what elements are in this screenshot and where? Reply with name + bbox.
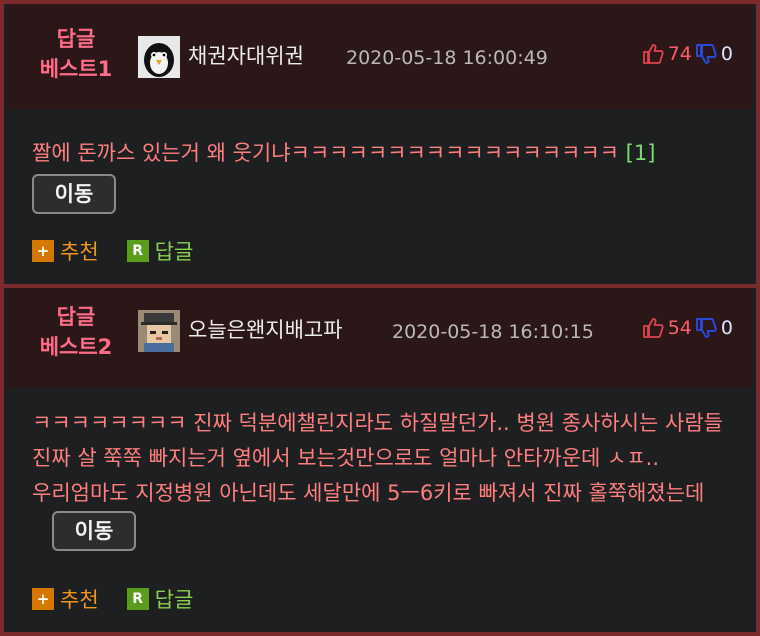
plus-badge-icon: + [32,588,54,610]
upvote-count: 54 [667,317,692,339]
plus-badge-icon: + [32,240,54,262]
reply-label: 답글 [154,588,194,612]
comment-list: 답글 베스트1 채권자대위권 2020-05-18 16:00:49 74 0 … [4,4,760,632]
avatar[interactable] [138,36,180,78]
r-badge-icon: R [126,240,149,262]
comment-body: 짤에 돈까스 있는거 왜 웃기냐ㅋㅋㅋㅋㅋㅋㅋㅋㅋㅋㅋㅋㅋㅋㅋㅋㅋ [1] 이동… [8,110,753,284]
upvote-count: 74 [667,43,692,65]
reply-label: 답글 [154,240,194,264]
best-label: 답글 베스트1 [30,24,122,84]
nickname[interactable]: 채권자대위권 [188,42,304,70]
nickname[interactable]: 오늘은왠지배고파 [188,316,343,344]
best-label-line1: 답글 [56,27,96,51]
vote-area: 74 0 [641,40,733,68]
downvote-count: 0 [720,43,733,65]
vote-area: 54 0 [641,314,733,342]
comment-actions: + 추천 R 답글 [32,584,221,614]
move-button[interactable]: 이동 [52,511,136,551]
timestamp: 2020-05-18 16:00:49 [346,47,548,69]
comment-actions: + 추천 R 답글 [32,236,221,266]
pixel-character-avatar-icon [138,310,180,352]
thumbs-down-icon[interactable] [694,42,718,66]
best-label: 답글 베스트2 [30,302,122,362]
penguin-avatar-icon [138,36,180,78]
best-label-line1: 답글 [56,305,96,329]
comment-body: ㅋㅋㅋㅋㅋㅋㅋㅋ 진짜 덕분에챌린지라도 하질말던가.. 병원 종사하시는 사람… [8,388,753,632]
thumbs-up-icon[interactable] [641,316,665,340]
timestamp: 2020-05-18 16:10:15 [392,321,594,343]
move-button[interactable]: 이동 [32,174,116,214]
comment-header: 답글 베스트2 오늘은왠지배고파 2020-05-18 16:10:15 54 … [8,288,753,388]
comment-text-content: 짤에 돈까스 있는거 왜 웃기냐ㅋㅋㅋㅋㅋㅋㅋㅋㅋㅋㅋㅋㅋㅋㅋㅋㅋ [32,141,619,165]
comment-text: ㅋㅋㅋㅋㅋㅋㅋㅋ 진짜 덕분에챌린지라도 하질말던가.. 병원 종사하시는 사람… [32,406,732,551]
thumbs-down-icon[interactable] [694,316,718,340]
r-badge-icon: R [126,588,149,610]
downvote-count: 0 [720,317,733,339]
best-label-line2: 베스트2 [39,335,113,359]
comment-text: 짤에 돈까스 있는거 왜 웃기냐ㅋㅋㅋㅋㅋㅋㅋㅋㅋㅋㅋㅋㅋㅋㅋㅋㅋ [1] [32,136,732,171]
recommend-label: 추천 [60,240,99,264]
comment-header: 답글 베스트1 채권자대위권 2020-05-18 16:00:49 74 0 [8,4,753,110]
comment-text-content: ㅋㅋㅋㅋㅋㅋㅋㅋ 진짜 덕분에챌린지라도 하질말던가.. 병원 종사하시는 사람… [32,411,723,505]
reply-button[interactable]: R 답글 [126,584,194,614]
recommend-button[interactable]: + 추천 [32,236,99,266]
best-label-line2: 베스트1 [39,57,113,81]
thumbs-up-icon[interactable] [641,42,665,66]
reply-button[interactable]: R 답글 [126,236,194,266]
reference-link[interactable]: [1] [626,141,656,165]
recommend-label: 추천 [60,588,99,612]
avatar[interactable] [138,310,180,352]
recommend-button[interactable]: + 추천 [32,584,99,614]
